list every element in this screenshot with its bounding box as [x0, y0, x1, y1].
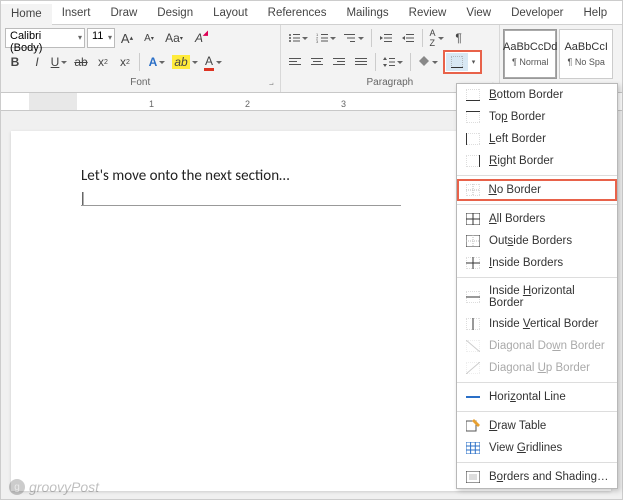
sort-button[interactable]: AZ [427, 28, 447, 48]
borders-dropdown: BBottom Borderottom Border Top Border Le… [456, 83, 618, 489]
menu-diagonal-up: Diagonal Up Border [457, 357, 617, 379]
borders-button-highlight: ▾ [443, 50, 482, 74]
subscript-button[interactable]: x2 [93, 52, 113, 72]
menu-bottom-border[interactable]: BBottom Borderottom Border [457, 84, 617, 106]
multilevel-list-button[interactable] [341, 28, 367, 48]
superscript-button[interactable]: x2 [115, 52, 135, 72]
change-case-button[interactable]: Aa ▾ [161, 28, 187, 48]
menu-view-gridlines[interactable]: View Gridlines [457, 437, 617, 459]
bottom-border-icon [465, 88, 481, 102]
right-border-icon [465, 154, 481, 168]
tab-insert[interactable]: Insert [52, 3, 101, 24]
group-font-label: Font [5, 76, 276, 90]
menu-inside-borders[interactable]: Inside Borders [457, 252, 617, 274]
menu-draw-table[interactable]: Draw Table [457, 415, 617, 437]
show-marks-button[interactable]: ¶ [449, 28, 469, 48]
outside-borders-icon [465, 234, 481, 248]
tab-design[interactable]: Design [147, 3, 203, 24]
menu-horizontal-line[interactable]: Horizontal Line [457, 386, 617, 408]
horizontal-line-icon [465, 390, 481, 404]
menu-top-border[interactable]: Top Border [457, 106, 617, 128]
numbering-button[interactable]: 123 [313, 28, 339, 48]
shrink-font-button[interactable]: A▾ [139, 28, 159, 48]
justify-button[interactable] [351, 52, 371, 72]
all-borders-icon [465, 212, 481, 226]
tab-developer[interactable]: Developer [501, 3, 573, 24]
gridlines-icon [465, 441, 481, 455]
top-border-icon [465, 110, 481, 124]
watermark: ggroovyPost [9, 479, 99, 495]
menu-all-borders[interactable]: All Borders [457, 208, 617, 230]
menu-right-border[interactable]: Right Border [457, 150, 617, 172]
highlight-button[interactable]: ab [172, 52, 198, 72]
tab-review[interactable]: Review [399, 3, 457, 24]
tab-view[interactable]: View [456, 3, 501, 24]
underline-button[interactable]: U [49, 52, 69, 72]
style-nospacing-preview: AaBbCcI [564, 41, 607, 53]
tab-mailings[interactable]: Mailings [336, 3, 398, 24]
ruler-mark-3: 3 [341, 99, 346, 109]
borders-button[interactable] [446, 53, 468, 71]
tab-draw[interactable]: Draw [100, 3, 147, 24]
borders-dropdown-toggle[interactable]: ▾ [469, 53, 479, 71]
group-font: Calibri (Body)▾ 11▾ A▴ A▾ Aa ▾ A◢ B I U … [1, 25, 281, 92]
no-border-icon [465, 183, 481, 197]
inside-v-border-icon [465, 317, 481, 331]
ruler-mark-2: 2 [245, 99, 250, 109]
font-color-button[interactable]: A [200, 52, 226, 72]
grow-font-button[interactable]: A▴ [117, 28, 137, 48]
tab-references[interactable]: References [258, 3, 337, 24]
font-size-select[interactable]: 11▾ [87, 28, 115, 48]
menu-no-border[interactable]: No Border [457, 179, 617, 201]
menu-inside-vertical-border[interactable]: Inside Vertical Border [457, 313, 617, 335]
menu-diagonal-down: Diagonal Down Border [457, 335, 617, 357]
text-effects-button[interactable]: A [144, 52, 170, 72]
align-left-button[interactable] [285, 52, 305, 72]
italic-button[interactable]: I [27, 52, 47, 72]
tab-layout[interactable]: Layout [203, 3, 258, 24]
style-normal-preview: AaBbCcDd [503, 41, 557, 53]
ribbon-tabs: Home Insert Draw Design Layout Reference… [1, 1, 622, 25]
shading-button[interactable] [415, 52, 441, 72]
font-name-select[interactable]: Calibri (Body)▾ [5, 28, 85, 48]
style-no-spacing[interactable]: AaBbCcI ¶ No Spa [559, 29, 613, 79]
style-normal-name: ¶ Normal [512, 57, 548, 67]
font-size-value: 11 [92, 30, 103, 42]
ruler-mark-1: 1 [149, 99, 154, 109]
group-styles: AaBbCcDd ¶ Normal AaBbCcI ¶ No Spa [500, 25, 622, 92]
tab-home[interactable]: Home [1, 4, 52, 25]
clear-formatting-button[interactable]: A◢ [189, 28, 209, 48]
horizontal-line [81, 205, 401, 206]
decrease-indent-button[interactable] [376, 28, 396, 48]
diagonal-up-icon [465, 361, 481, 375]
group-paragraph: 123 AZ ¶ ▾ [281, 25, 501, 92]
menu-inside-horizontal-border[interactable]: Inside Horizontal Border [457, 281, 617, 313]
bullets-button[interactable] [285, 28, 311, 48]
strikethrough-button[interactable]: ab [71, 52, 91, 72]
line-spacing-button[interactable] [380, 52, 406, 72]
svg-text:3: 3 [316, 39, 319, 43]
style-normal[interactable]: AaBbCcDd ¶ Normal [503, 29, 557, 79]
menu-borders-and-shading[interactable]: Borders and Shading… [457, 466, 617, 488]
draw-table-icon [465, 419, 481, 433]
menu-outside-borders[interactable]: Outside Borders [457, 230, 617, 252]
font-name-value: Calibri (Body) [10, 30, 42, 54]
align-center-button[interactable] [307, 52, 327, 72]
left-border-icon [465, 132, 481, 146]
menu-left-border[interactable]: Left Border [457, 128, 617, 150]
borders-shading-icon [465, 470, 481, 484]
bold-button[interactable]: B [5, 52, 25, 72]
inside-h-border-icon [465, 290, 481, 304]
increase-indent-button[interactable] [398, 28, 418, 48]
align-right-button[interactable] [329, 52, 349, 72]
tab-help[interactable]: Help [574, 3, 618, 24]
watermark-text: groovyPost [29, 479, 99, 495]
inside-borders-icon [465, 256, 481, 270]
diagonal-down-icon [465, 339, 481, 353]
style-nospacing-name: ¶ No Spa [568, 57, 605, 67]
